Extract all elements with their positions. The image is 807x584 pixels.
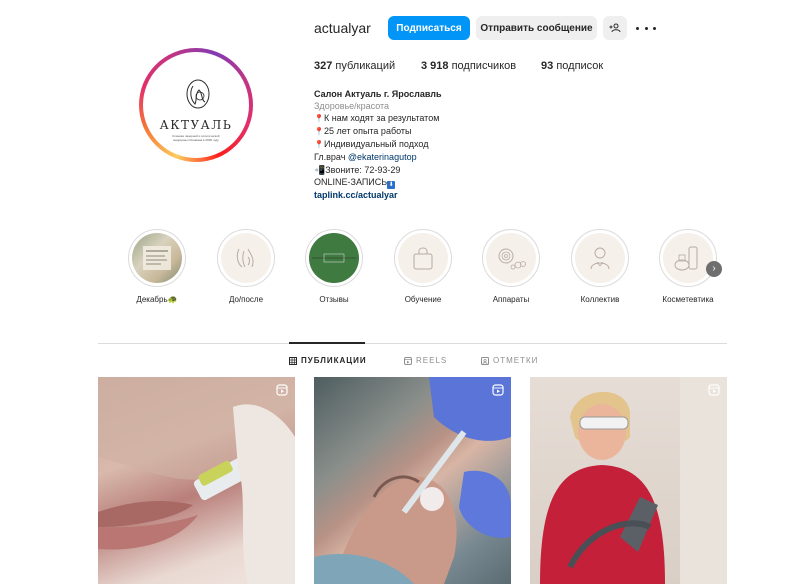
more-options-icon[interactable] (636, 21, 656, 35)
logo-face-icon (186, 79, 210, 109)
profile-bio: Салон Актуаль г. Ярославль Здоровье/крас… (314, 88, 614, 201)
suggest-users-button[interactable] (603, 16, 627, 40)
reel-badge-icon (492, 384, 504, 396)
highlight-cover (571, 229, 629, 287)
highlight-cover-inner (663, 233, 713, 283)
avatar-brand: АКТУАЛЬ (159, 118, 233, 132)
active-tab-indicator (289, 342, 365, 344)
tab-reels-label: REELS (416, 356, 448, 365)
highlight-item[interactable]: Отзывы (304, 229, 364, 304)
pin-icon: 📍 (314, 127, 324, 137)
bio-online: ONLINE-ЗАПИСЬ (314, 176, 388, 187)
following-stat[interactable]: 93 подписок (541, 60, 603, 72)
face-icon (236, 248, 254, 268)
bio-phone-line: 📲Звоните: 72-93-29 (314, 164, 614, 176)
tagged-icon (481, 356, 489, 365)
device-icon (498, 248, 526, 270)
highlight-label: Отзывы (319, 295, 349, 304)
highlight-item[interactable]: До/после (216, 229, 276, 304)
reel-badge-icon (276, 384, 288, 396)
bio-online-line: ONLINE-ЗАПИСЬ⬇ (314, 176, 614, 189)
post-thumbnail[interactable] (314, 377, 511, 584)
following-label: подписок (556, 60, 604, 72)
highlight-label: Коллектив (580, 295, 620, 304)
highlight-cover-inner (486, 233, 536, 283)
avatar-tagline: Клиника лазерной и эстетической медицины… (172, 134, 220, 142)
highlight-label: Аппараты (492, 295, 530, 304)
tab-reels[interactable]: REELS (404, 356, 447, 365)
highlight-item[interactable]: Коллектив (570, 229, 630, 304)
cosmetics-icon (674, 246, 698, 271)
tab-tagged[interactable]: ОТМЕТКИ (481, 356, 538, 365)
highlight-cover (394, 229, 452, 287)
tab-posts-label: ПУБЛИКАЦИИ (301, 356, 367, 365)
bio-category: Здоровье/красота (314, 101, 390, 112)
phone-icon: 📲 (314, 164, 326, 175)
tab-posts[interactable]: ПУБЛИКАЦИИ (289, 356, 367, 365)
highlight-label: До/после (228, 295, 264, 304)
bio-line-text: 25 лет опыта работы (323, 126, 412, 137)
pin-icon: 📍 (314, 114, 324, 124)
post-thumbnail[interactable] (530, 377, 727, 584)
posts-count: 327 (314, 60, 333, 72)
followers-stat[interactable]: 3 918 подписчиков (421, 60, 516, 72)
doctor-mention-link[interactable]: @ekaterinagutop (348, 152, 417, 162)
bio-line: 📍25 лет опыта работы (314, 125, 614, 138)
highlight-label: Декабрь🐢 (136, 295, 178, 304)
message-button[interactable]: Отправить сообщение (476, 16, 597, 40)
bio-line-text: Индивидуальный подход (323, 139, 429, 150)
highlight-cover-inner (575, 233, 625, 283)
post-thumbnail[interactable] (98, 377, 295, 584)
highlight-label: Обучение (404, 295, 442, 304)
december-thumbnail (132, 233, 182, 283)
highlight-cover (217, 229, 275, 287)
highlight-item[interactable]: Аппараты (481, 229, 541, 304)
reel-badge-icon (708, 384, 720, 396)
tabs-divider (98, 343, 727, 344)
post-image (314, 377, 511, 584)
reviews-thumbnail (309, 233, 359, 283)
doctor-icon (590, 247, 610, 270)
posts-stat: 327 публикаций (314, 60, 395, 72)
pin-icon: 📍 (314, 140, 324, 150)
bio-external-link[interactable]: taplink.cc/actualyar (314, 189, 614, 201)
down-arrow-icon: ⬇ (387, 180, 396, 189)
following-count: 93 (541, 60, 554, 72)
bio-phone: Звоните: 72-93-29 (325, 164, 401, 175)
highlight-cover-inner (221, 233, 271, 283)
bio-line-text: К нам ходят за результатом (323, 113, 440, 124)
followers-label: подписчиков (451, 60, 517, 72)
bio-line: 📍К нам ходят за результатом (314, 112, 614, 125)
highlight-item[interactable]: Декабрь🐢 (127, 229, 187, 304)
highlight-cover (659, 229, 717, 287)
highlight-cover (128, 229, 186, 287)
tab-tagged-label: ОТМЕТКИ (493, 356, 539, 365)
bio-doctor-line: Гл.врач @ekaterinagutop (314, 151, 614, 163)
avatar-image: АКТУАЛЬ Клиника лазерной и эстетической … (143, 52, 249, 158)
post-image (98, 377, 295, 584)
highlights-next-chevron-icon[interactable]: › (706, 261, 722, 277)
highlight-cover (305, 229, 363, 287)
posts-label: публикаций (335, 60, 396, 72)
follow-button[interactable]: Подписаться (388, 16, 470, 40)
bio-doctor-prefix: Гл.врач (314, 152, 348, 163)
highlight-label: Косметевтика (662, 295, 714, 304)
bio-line: 📍Индивидуальный подход (314, 138, 614, 151)
bag-icon (413, 247, 433, 270)
reels-icon (404, 356, 412, 365)
profile-username: actualyar (314, 20, 371, 36)
highlight-cover (482, 229, 540, 287)
post-image (540, 377, 727, 584)
highlight-item[interactable]: Обучение (393, 229, 453, 304)
followers-count: 3 918 (421, 60, 449, 72)
add-person-icon (609, 23, 621, 33)
highlight-cover-inner (398, 233, 448, 283)
profile-avatar[interactable]: АКТУАЛЬ Клиника лазерной и эстетической … (139, 48, 253, 162)
bio-name: Салон Актуаль г. Ярославль (314, 89, 442, 99)
grid-icon (289, 356, 297, 365)
